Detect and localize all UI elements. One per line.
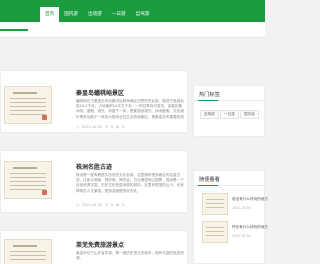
- recommend-panel: 随便看看 临沧有什么好玩的地方 2021-10-30 怀化有什么好玩的地方 20…: [193, 170, 268, 264]
- article-date: 2021-10-30: [82, 125, 102, 129]
- recommend-item-date: 2021-10-30: [232, 234, 251, 238]
- article-excerpt: 蟠桃峪位于秦皇岛市北戴河区和海港区交界的东北部，距抚宁县城北部18.5千米，占地…: [76, 99, 184, 120]
- recommend-item-date: 2021-10-30: [232, 206, 251, 210]
- nav-item-day-trip[interactable]: 一日游: [107, 7, 131, 22]
- recommend-title: 随便看看: [199, 177, 220, 183]
- nav-item-abroad[interactable]: 出境游: [83, 7, 107, 22]
- eye-icon: ◉: [116, 125, 120, 129]
- tag-self-drive[interactable]: 自驾游: [200, 110, 219, 119]
- article-excerpt: 株洲是一座有着悠久历史的文化名城，这里拥有很多著名的名胜古迹，比如炎帝陵、神农城…: [76, 173, 184, 193]
- section-banner: [0, 22, 265, 38]
- hot-tags-panel: 热门标签 自驾游 一日游 国内游: [193, 85, 266, 137]
- article-card[interactable]: 秦皇岛蟠桃峪景区 蟠桃峪位于秦皇岛市北戴河区和海港区交界的东北部，距抚宁县城北部…: [0, 70, 188, 133]
- article-thumbnail[interactable]: [4, 161, 52, 199]
- clock-icon: ◷: [76, 125, 80, 129]
- recommend-item-title[interactable]: 怀化有什么好玩的地方: [232, 225, 268, 230]
- eye-icon: ◉: [116, 203, 120, 207]
- article-card[interactable]: 莱芜免费旅游景点 莱芜市位于山东省中部，是一座历史悠久的城市，拥有丰富的旅游资源…: [0, 230, 188, 264]
- article-title[interactable]: 莱芜免费旅游景点: [76, 240, 124, 249]
- top-nav-bar: 首页 国内游 出境游 一日游 自驾游: [0, 0, 265, 22]
- recommend-thumbnail[interactable]: [202, 221, 228, 243]
- article-title[interactable]: 秦皇岛蟠桃峪景区: [76, 88, 124, 97]
- main-nav: 首页 国内游 出境游 一日游 自驾游: [40, 7, 154, 22]
- tag-day-trip[interactable]: 一日游: [220, 110, 239, 119]
- tag-domestic[interactable]: 国内游: [240, 110, 259, 119]
- article-title[interactable]: 株洲名胜古迹: [76, 162, 112, 171]
- article-views: 5: [122, 125, 125, 129]
- nav-item-domestic[interactable]: 国内游: [59, 7, 83, 22]
- article-excerpt: 莱芜市位于山东省中部，是一座历史悠久的城市，拥有丰富的旅游资源。: [76, 251, 184, 261]
- clock-icon: ◷: [76, 203, 80, 207]
- article-comments: 0: [110, 203, 114, 207]
- article-thumbnail[interactable]: [4, 86, 52, 124]
- panel-divider: [194, 185, 266, 186]
- article-thumbnail[interactable]: [4, 239, 52, 264]
- article-card[interactable]: 株洲名胜古迹 株洲是一座有着悠久历史的文化名城，这里拥有很多著名的名胜古迹，比如…: [0, 150, 188, 213]
- article-comments: 0: [110, 125, 114, 129]
- nav-item-self-drive[interactable]: 自驾游: [131, 7, 155, 22]
- panel-divider: [194, 100, 266, 101]
- article-date: 2021-10-30: [82, 203, 102, 207]
- article-views: 5: [122, 203, 125, 207]
- banner-accent-line: [0, 29, 28, 31]
- comment-icon: ✉: [104, 203, 108, 207]
- recommend-item-title[interactable]: 临沧有什么好玩的地方: [232, 197, 268, 202]
- recommend-thumbnail[interactable]: [202, 193, 228, 215]
- article-meta: ◷ 2021-10-30 ✉ 0 ◉ 5: [76, 125, 124, 129]
- article-meta: ◷ 2021-10-30 ✉ 0 ◉ 5: [76, 203, 124, 207]
- hot-tags-title: 热门标签: [199, 92, 220, 98]
- nav-item-home[interactable]: 首页: [40, 7, 60, 22]
- comment-icon: ✉: [104, 125, 108, 129]
